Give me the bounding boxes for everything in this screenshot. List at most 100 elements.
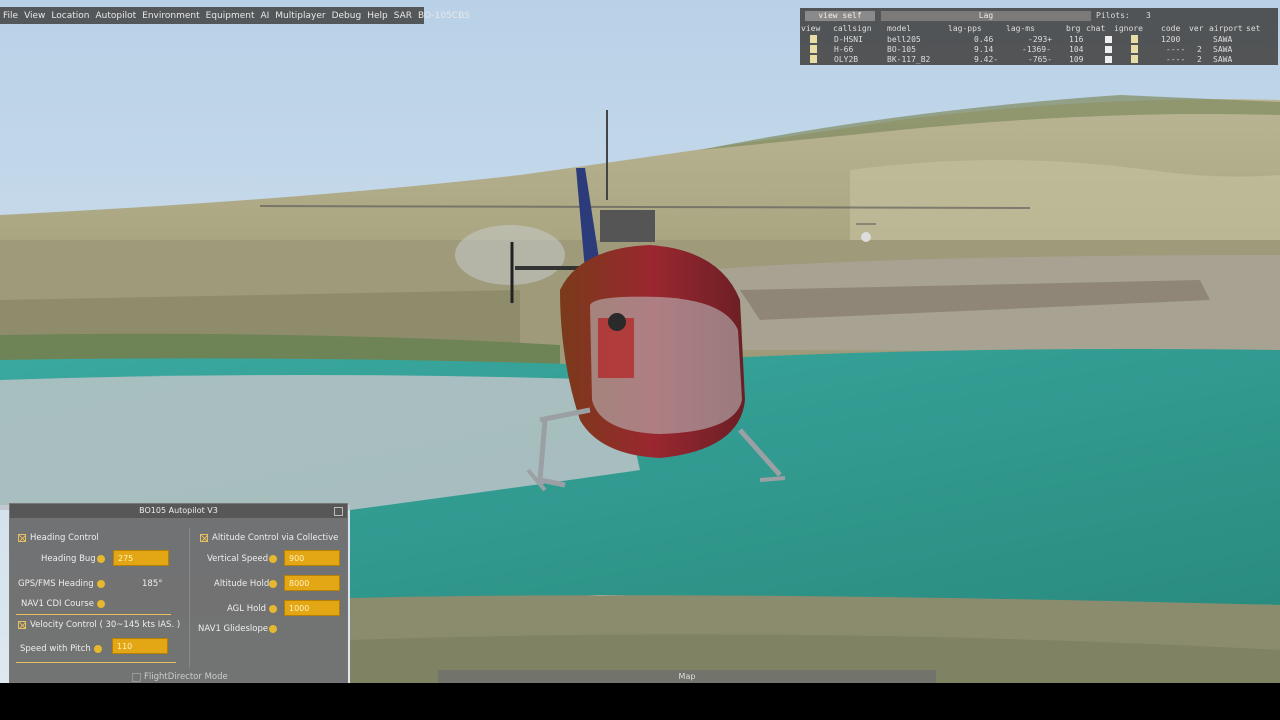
heading-control-label: Heading Control	[30, 533, 99, 543]
speed-pitch-label: Speed with Pitch	[20, 644, 91, 654]
menu-file[interactable]: File	[3, 11, 18, 21]
pilot-callsign: D-HSNI	[834, 35, 863, 44]
altitude-control-label: Altitude Control via Collective	[212, 533, 339, 543]
menu-multiplayer[interactable]: Multiplayer	[275, 11, 325, 21]
chat-checkbox[interactable]	[1105, 46, 1112, 53]
col-lag-pps[interactable]: lag-pps	[948, 24, 982, 33]
chat-checkbox[interactable]	[1105, 56, 1112, 63]
agl-hold-label: AGL Hold	[227, 604, 267, 614]
pilots-toolbar: view self Lag Pilots: 3	[800, 8, 1278, 23]
divider	[189, 528, 190, 668]
pilot-code: 1200	[1161, 35, 1181, 44]
velocity-control-checkbox[interactable]	[18, 621, 26, 629]
map-button[interactable]: Map	[438, 670, 936, 683]
pilot-model: bell205	[887, 35, 921, 44]
col-chat[interactable]: chat	[1086, 24, 1105, 33]
ignore-checkbox[interactable]	[1131, 45, 1138, 53]
altitude-hold-label: Altitude Hold	[214, 579, 270, 589]
heading-bug-label: Heading Bug	[41, 554, 96, 564]
pilot-row: OLY2B BK-117_B2 9.42- -765- 109 ---- 2 S…	[800, 55, 1278, 65]
col-model[interactable]: model	[887, 24, 911, 33]
dialog-title[interactable]: BO105 Autopilot V3	[10, 504, 347, 518]
view-checkbox[interactable]	[810, 45, 817, 53]
heading-bug-input[interactable]: 275	[113, 550, 169, 566]
menu-aircraft[interactable]: BO-105CBS	[418, 11, 470, 21]
speed-pitch-input[interactable]: 110	[112, 638, 168, 654]
agl-hold-input[interactable]: 1000	[284, 600, 340, 616]
pilot-model: BO-105	[887, 45, 916, 54]
menu-view[interactable]: View	[24, 11, 45, 21]
separator	[16, 614, 171, 615]
nav1-glideslope-radio[interactable]	[269, 625, 277, 633]
vertical-speed-radio[interactable]	[269, 555, 277, 563]
pilot-code: ----	[1166, 45, 1186, 54]
menu-location[interactable]: Location	[51, 11, 89, 21]
pilot-lag-pps: 9.42-	[974, 55, 999, 64]
pilot-airport: SAWA	[1213, 45, 1233, 54]
pilot-ver: 2	[1197, 55, 1202, 64]
menu-environment[interactable]: Environment	[142, 11, 199, 21]
altitude-control-checkbox[interactable]	[200, 534, 208, 542]
pilot-brg: 109	[1069, 55, 1084, 64]
altitude-hold-radio[interactable]	[269, 580, 277, 588]
ignore-checkbox[interactable]	[1131, 55, 1138, 63]
pilots-count: 3	[1146, 11, 1151, 20]
menu-help[interactable]: Help	[367, 11, 388, 21]
heading-control-checkbox[interactable]	[18, 534, 26, 542]
pilot-ver: 2	[1197, 45, 1202, 54]
pilot-callsign: H-66	[834, 45, 854, 54]
pilot-airport: SAWA	[1213, 55, 1233, 64]
menu-sar[interactable]: SAR	[394, 11, 412, 21]
view-checkbox[interactable]	[810, 55, 817, 63]
pilot-lag-ms: -765-	[1028, 55, 1053, 64]
col-brg[interactable]: brg	[1066, 24, 1080, 33]
flight-director-checkbox[interactable]	[132, 673, 141, 682]
pilot-brg: 104	[1069, 45, 1084, 54]
pilot-lag-pps: 0.46	[974, 35, 994, 44]
altitude-hold-input[interactable]: 8000	[284, 575, 340, 591]
col-set[interactable]: set	[1246, 24, 1260, 33]
nav1-glideslope-label: NAV1 Glideslope	[198, 624, 269, 634]
menu-equipment[interactable]: Equipment	[206, 11, 255, 21]
pilot-model: BK-117_B2	[887, 55, 931, 64]
pilot-lag-ms: -293+	[1028, 35, 1053, 44]
menu-ai[interactable]: AI	[260, 11, 269, 21]
ignore-checkbox[interactable]	[1131, 35, 1138, 43]
pilot-brg: 116	[1069, 35, 1084, 44]
agl-hold-radio[interactable]	[269, 605, 277, 613]
menu-bar: File View Location Autopilot Environment…	[0, 7, 470, 24]
nav1-cdi-label: NAV1 CDI Course	[21, 599, 94, 609]
pilots-header: view callsign model lag-pps lag-ms brg c…	[800, 24, 1278, 34]
view-self-button[interactable]: view self	[804, 10, 876, 22]
nav1-cdi-radio[interactable]	[97, 600, 105, 608]
heading-bug-radio[interactable]	[97, 555, 105, 563]
autopilot-dialog: BO105 Autopilot V3 Heading Control Headi…	[9, 503, 348, 683]
gps-heading-radio[interactable]	[97, 580, 105, 588]
col-lag-ms[interactable]: lag-ms	[1006, 24, 1035, 33]
vertical-speed-input[interactable]: 900	[284, 550, 340, 566]
col-ver[interactable]: ver	[1189, 24, 1203, 33]
chat-checkbox[interactable]	[1105, 36, 1112, 43]
lag-button[interactable]: Lag	[880, 10, 1092, 22]
col-view[interactable]: view	[801, 24, 820, 33]
pilots-panel: view self Lag Pilots: 3 view callsign mo…	[800, 8, 1278, 65]
menu-autopilot[interactable]: Autopilot	[96, 11, 137, 21]
pilot-airport: SAWA	[1213, 35, 1233, 44]
col-ignore[interactable]: ignore	[1114, 24, 1143, 33]
menu-debug[interactable]: Debug	[332, 11, 362, 21]
pilot-callsign: OLY2B	[834, 55, 859, 64]
col-callsign[interactable]: callsign	[833, 24, 872, 33]
speed-pitch-radio[interactable]	[94, 645, 102, 653]
col-airport[interactable]: airport	[1209, 24, 1243, 33]
gps-heading-label: GPS/FMS Heading	[18, 579, 94, 589]
pilot-row: H-66 BO-105 9.14 -1369- 104 ---- 2 SAWA	[800, 45, 1278, 55]
vertical-speed-label: Vertical Speed	[207, 554, 269, 564]
velocity-control-label: Velocity Control ( 30~145 kts IAS. )	[30, 620, 181, 630]
gps-heading-value: 185°	[142, 579, 163, 589]
separator	[16, 662, 176, 663]
col-code[interactable]: code	[1161, 24, 1180, 33]
close-icon[interactable]	[334, 507, 343, 516]
pilots-label: Pilots:	[1096, 11, 1130, 20]
view-checkbox[interactable]	[810, 35, 817, 43]
letterbox-bar	[0, 683, 1280, 720]
